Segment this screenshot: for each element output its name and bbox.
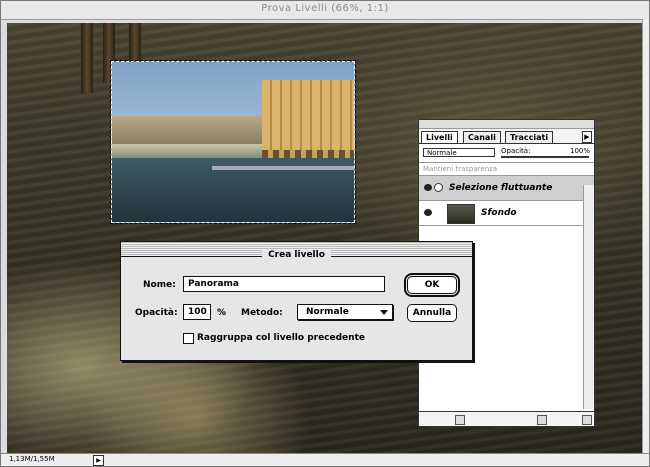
- group-checkbox[interactable]: [183, 333, 194, 344]
- palette-scrollbar[interactable]: [583, 185, 594, 409]
- palette-title-bar[interactable]: [419, 120, 594, 129]
- status-menu-arrow-icon[interactable]: ▶: [93, 455, 104, 466]
- dialog-title-bar[interactable]: Crea livello: [121, 242, 472, 260]
- tab-canali[interactable]: Canali: [463, 131, 501, 143]
- method-value: Normale: [306, 307, 349, 317]
- opacity-slider[interactable]: [501, 156, 589, 158]
- new-layer-icon[interactable]: [455, 415, 465, 425]
- percent-label: %: [217, 308, 227, 318]
- blend-mode-row: Normale Opacità: 100%: [419, 144, 594, 163]
- resize-handle-icon[interactable]: [582, 415, 592, 425]
- ok-button[interactable]: OK: [404, 273, 460, 297]
- eye-icon[interactable]: [424, 184, 432, 191]
- chevron-down-icon: [380, 310, 388, 315]
- building: [262, 80, 354, 170]
- layer-name-input[interactable]: Panorama: [183, 276, 385, 292]
- method-label: Metodo:: [241, 308, 283, 318]
- opacity-input[interactable]: 100: [183, 304, 211, 320]
- palette-bottom-bar: [419, 411, 594, 426]
- dialog-title: Crea livello: [262, 250, 331, 260]
- opacity-label: Opacità:: [501, 147, 531, 155]
- layer-mask-icon[interactable]: [434, 183, 443, 192]
- new-layer-dialog: Crea livello Nome: Panorama Opacità: 100…: [120, 241, 473, 361]
- eye-icon[interactable]: [424, 209, 432, 216]
- layer-name: Sfondo: [481, 208, 517, 218]
- window-title: Prova Livelli (66%, 1:1): [261, 3, 389, 14]
- shoreline: [212, 166, 354, 170]
- title-bar[interactable]: Prova Livelli (66%, 1:1): [1, 1, 649, 20]
- preserve-transparency-label: Mantieni trasparenza: [423, 165, 498, 173]
- name-label: Nome:: [143, 280, 176, 290]
- document-size: 1,13M/1,55M: [9, 455, 55, 463]
- layer-name: Selezione fluttuante: [449, 183, 553, 193]
- tab-tracciati[interactable]: Tracciati: [505, 131, 554, 143]
- cancel-button[interactable]: Annulla: [407, 304, 457, 322]
- vertical-scrollbar[interactable]: [642, 19, 649, 455]
- palette-menu-arrow-icon[interactable]: ▶: [582, 131, 592, 143]
- preserve-transparency-checkbox[interactable]: Mantieni trasparenza: [419, 163, 594, 176]
- palette-tabs: Livelli Canali Tracciati ▶: [419, 129, 594, 144]
- opacity-value: 100%: [569, 147, 590, 155]
- method-select[interactable]: Normale: [297, 304, 393, 320]
- pier-post: [81, 23, 93, 93]
- group-label[interactable]: Raggruppa col livello precedente: [197, 333, 365, 343]
- trash-icon[interactable]: [537, 415, 547, 425]
- floating-selection-image[interactable]: [110, 60, 356, 224]
- layer-row[interactable]: Selezione fluttuante: [419, 176, 594, 201]
- layer-thumbnail: [447, 204, 475, 224]
- layer-row[interactable]: Sfondo: [419, 201, 594, 226]
- tab-livelli[interactable]: Livelli: [421, 131, 458, 143]
- status-bar: 1,13M/1,55M ▶: [1, 453, 649, 466]
- opacity-label: Opacità:: [135, 308, 178, 318]
- photoshop-window: Prova Livelli (66%, 1:1) Livelli Canali …: [0, 0, 650, 467]
- blend-mode-select[interactable]: Normale: [423, 148, 495, 157]
